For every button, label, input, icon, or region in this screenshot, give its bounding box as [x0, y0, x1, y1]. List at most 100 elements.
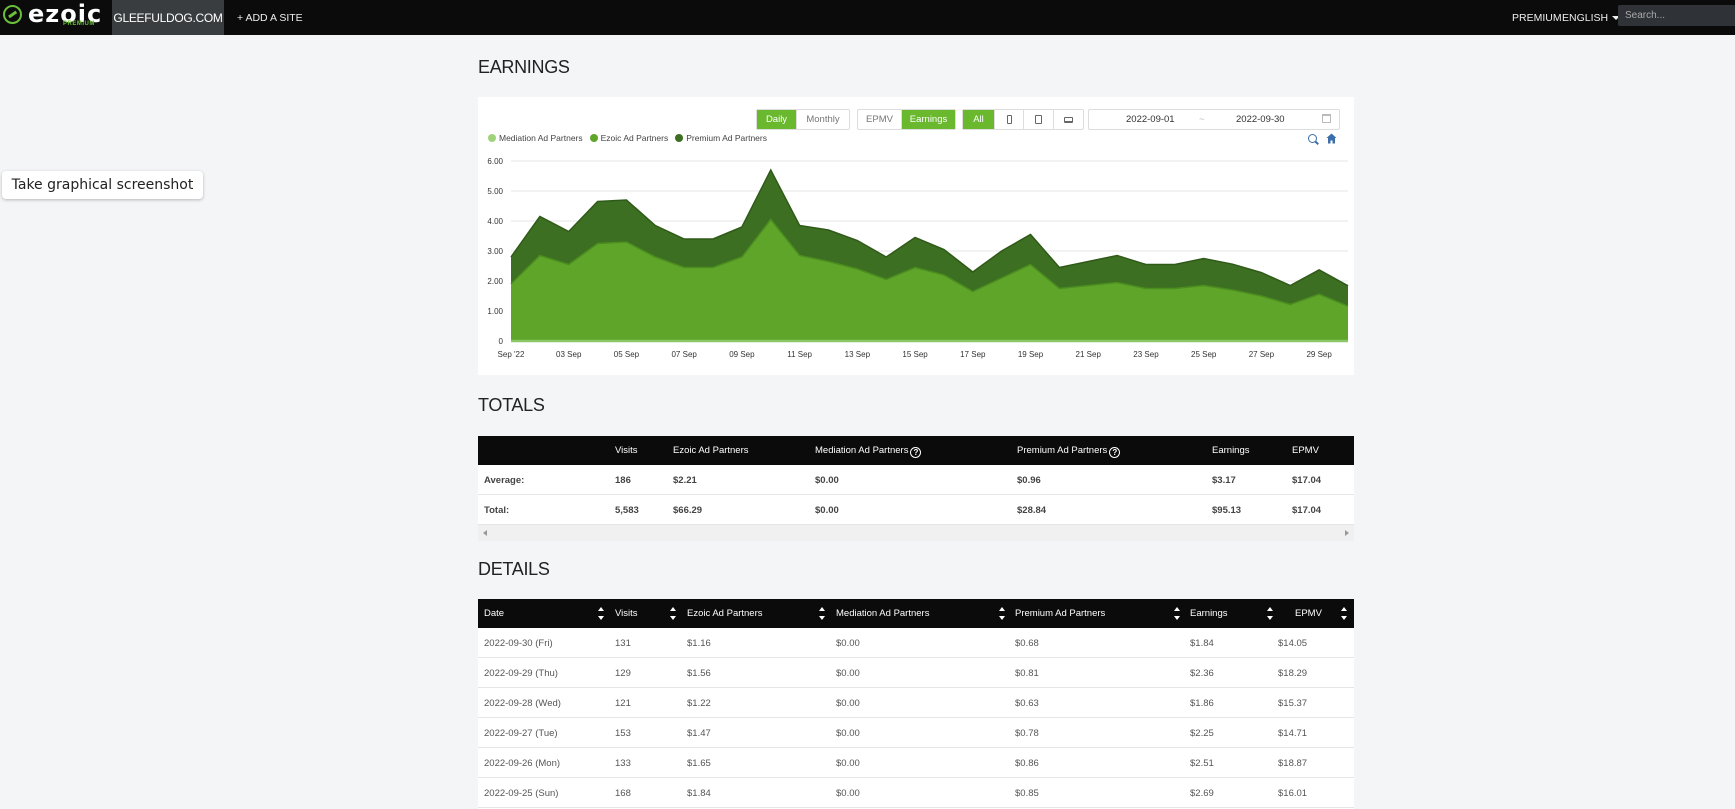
col-earnings[interactable]: Earnings	[1190, 608, 1228, 619]
details-header: Date Visits Ezoic Ad Partners Mediation …	[478, 599, 1354, 628]
table-cell: $0.00	[836, 788, 860, 799]
col-visits[interactable]: Visits	[615, 608, 638, 619]
earnings-chart: 0 1.00 2.00 3.00 4.00 5.00 6.00 Sep '22 03 Sep 05…	[487, 157, 1349, 359]
table-cell: $1.84	[687, 788, 711, 799]
date-from: 2022-09-01	[1126, 114, 1175, 125]
table-cell: $2.51	[1190, 758, 1214, 769]
col-ezoic[interactable]: Ezoic Ad Partners	[687, 608, 763, 619]
chart-legend: Mediation Ad Partners Ezoic Ad Partners …	[488, 133, 774, 143]
totals-table: Visits Ezoic Ad Partners Mediation Ad Pa…	[478, 436, 1354, 541]
legend-item-premium[interactable]: Premium Ad Partners	[675, 133, 767, 143]
col-epmv: EPMV	[1292, 445, 1319, 456]
legend-item-ezoic[interactable]: Ezoic Ad Partners	[589, 133, 668, 143]
table-cell: $0.81	[1015, 668, 1039, 679]
mobile-button[interactable]	[995, 110, 1024, 129]
site-tab[interactable]: GLEEFULDOG.COM	[112, 0, 224, 35]
col-visits: Visits	[615, 445, 638, 456]
y-tick-label: 5.00	[487, 187, 503, 196]
daily-button[interactable]: Daily	[757, 110, 797, 129]
earnings-title: EARNINGS	[478, 57, 570, 77]
table-cell: $14.05	[1278, 638, 1308, 649]
y-tick-label: 0	[499, 337, 504, 346]
sort-icon[interactable]	[670, 607, 676, 620]
x-tick-label: 25 Sep	[1191, 350, 1217, 359]
sort-icon[interactable]	[1267, 607, 1273, 620]
help-icon[interactable]: ?	[1109, 447, 1121, 458]
table-cell: $0.68	[1015, 638, 1039, 649]
help-icon[interactable]: ?	[910, 447, 922, 458]
earnings-button[interactable]: Earnings	[902, 110, 955, 129]
col-mediation[interactable]: Mediation Ad Partners	[836, 608, 929, 619]
table-cell: 121	[615, 698, 631, 709]
col-premium[interactable]: Premium Ad Partners	[1015, 608, 1105, 619]
device-toggle: All	[962, 109, 1084, 130]
language-label: ENGLISH	[1562, 11, 1609, 24]
scroll-right-icon[interactable]	[1345, 530, 1349, 536]
take-screenshot-button[interactable]: Take graphical screenshot	[2, 171, 203, 199]
col-earnings: Earnings	[1212, 445, 1250, 456]
col-epmv[interactable]: EPMV	[1295, 608, 1322, 619]
table-cell: $2.69	[1190, 788, 1214, 799]
calendar-icon	[1322, 114, 1331, 123]
horizontal-scrollbar[interactable]	[478, 525, 1354, 541]
search-input[interactable]	[1618, 5, 1735, 26]
table-cell: $1.56	[687, 668, 711, 679]
mobile-icon	[1006, 115, 1012, 124]
tablet-button[interactable]	[1024, 110, 1054, 129]
monthly-button[interactable]: Monthly	[797, 110, 849, 129]
metric-toggle: EPMV Earnings	[857, 109, 956, 130]
sort-icon[interactable]	[999, 607, 1005, 620]
table-cell: $1.16	[687, 638, 711, 649]
table-cell: $1.22	[687, 698, 711, 709]
period-toggle: Daily Monthly	[756, 109, 850, 130]
tablet-icon	[1035, 115, 1042, 124]
table-row: 2022-09-28 (Wed) 121 $1.22 $0.00 $0.63 $1.86 $…	[478, 688, 1354, 718]
y-tick-label: 6.00	[487, 157, 503, 166]
ezoic-logo[interactable]: ezoic PREMIUM	[3, 0, 103, 32]
x-tick-label: 09 Sep	[729, 350, 755, 359]
table-cell: $2.25	[1190, 728, 1214, 739]
table-cell: 168	[615, 788, 631, 799]
desktop-button[interactable]	[1054, 110, 1083, 129]
table-cell: $0.00	[836, 728, 860, 739]
add-site-link[interactable]: + ADD A SITE	[237, 0, 303, 35]
table-cell: $16.01	[1278, 788, 1308, 799]
sort-icon[interactable]	[598, 607, 604, 620]
all-devices-button[interactable]: All	[963, 110, 995, 129]
col-ezoic: Ezoic Ad Partners	[673, 445, 749, 456]
zoom-icon[interactable]	[1308, 134, 1317, 143]
desktop-icon	[1064, 116, 1073, 123]
table-row: 2022-09-29 (Thu) 129 $1.56 $0.00 $0.81 $2.36 $…	[478, 658, 1354, 688]
table-cell: 153	[615, 728, 631, 739]
col-date[interactable]: Date	[484, 608, 504, 619]
table-cell: $0.00	[836, 758, 860, 769]
table-cell: $18.87	[1278, 758, 1308, 769]
table-cell: 2022-09-26 (Mon)	[484, 758, 561, 769]
legend-item-mediation[interactable]: Mediation Ad Partners	[488, 133, 583, 143]
table-cell: $0.00	[836, 638, 860, 649]
language-dropdown[interactable]: ENGLISH	[1562, 0, 1621, 35]
legend-dot	[675, 134, 684, 142]
totals-row-total: Total: 5,583 $66.29 $0.00 $28.84 $95.13 …	[478, 495, 1354, 525]
x-tick-label: 21 Sep	[1076, 350, 1102, 359]
table-cell: 131	[615, 638, 631, 649]
x-tick-label: 27 Sep	[1249, 350, 1275, 359]
table-cell: $1.47	[687, 728, 711, 739]
epmv-button[interactable]: EPMV	[858, 110, 902, 129]
table-cell: 2022-09-25 (Sun)	[484, 788, 559, 799]
home-icon[interactable]	[1326, 133, 1337, 144]
table-cell: $0.00	[836, 668, 860, 679]
table-cell: $1.84	[1190, 638, 1214, 649]
x-tick-label: 05 Sep	[614, 350, 640, 359]
sort-icon[interactable]	[1174, 607, 1180, 620]
scroll-left-icon[interactable]	[483, 530, 487, 536]
earnings-chart-card: Daily Monthly EPMV Earnings All 2022-09-…	[478, 97, 1354, 375]
sort-icon[interactable]	[819, 607, 825, 620]
premium-link[interactable]: PREMIUM	[1512, 0, 1562, 35]
table-cell: $18.29	[1278, 668, 1308, 679]
col-mediation: Mediation Ad Partners?	[815, 445, 922, 458]
sort-icon[interactable]	[1341, 607, 1347, 620]
table-cell: $0.63	[1015, 698, 1039, 709]
date-range-picker[interactable]: 2022-09-01 ~ 2022-09-30	[1088, 109, 1340, 130]
table-cell: 2022-09-30 (Fri)	[484, 638, 553, 649]
